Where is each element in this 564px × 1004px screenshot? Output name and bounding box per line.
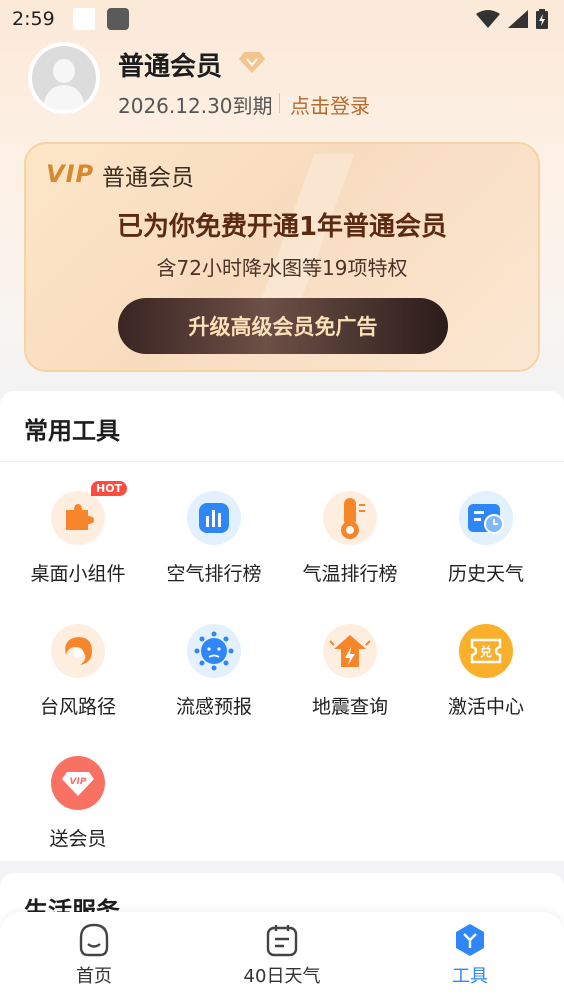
nav-40-day-weather[interactable]: 40日天气	[188, 912, 376, 1004]
vip-tier-label: 普通会员	[102, 165, 194, 191]
earthquake-icon	[323, 624, 377, 678]
tool-earthquake[interactable]: 地震查询	[280, 624, 420, 734]
vip-headline: 已为你免费开通1年普通会员	[116, 212, 448, 242]
tool-air-ranking[interactable]: 空气排行榜	[144, 491, 284, 601]
tool-label: 激活中心	[447, 696, 524, 718]
tool-history-weather[interactable]: 历史天气	[416, 491, 556, 601]
calendar-icon	[266, 925, 298, 957]
avatar[interactable]	[28, 42, 100, 114]
nav-label: 工具	[452, 966, 488, 987]
login-link[interactable]: 点击登录	[290, 90, 370, 119]
notification-icon	[72, 8, 95, 30]
redeem-icon-text: 兑	[480, 644, 492, 659]
tool-label: 桌面小组件	[30, 563, 126, 585]
tool-label: 送会员	[49, 828, 107, 850]
tools-section: 常用工具 HOT 桌面小组件 空气排行榜 气温排行榜 历史天气 台风路径 流感预…	[0, 391, 564, 861]
tool-label: 流感预报	[175, 696, 252, 718]
signal-icon	[508, 10, 528, 28]
tool-label: 历史天气	[447, 563, 524, 585]
vip-logo: VIP	[46, 160, 95, 188]
upgrade-button[interactable]: 升级高级会员免广告	[118, 298, 448, 354]
expire-date: 2026.12.30到期	[118, 94, 273, 118]
wifi-icon	[476, 10, 500, 28]
vip-gift-icon: VIP	[51, 756, 105, 810]
virus-icon	[187, 624, 241, 678]
tool-activation-center[interactable]: 兑 激活中心	[416, 624, 556, 734]
member-level-title: 普通会员	[118, 52, 223, 82]
app-notification-icon	[106, 8, 129, 30]
home-icon	[79, 923, 109, 957]
vip-gift-icon-text: VIP	[70, 777, 87, 787]
tool-typhoon[interactable]: 台风路径	[8, 624, 148, 734]
tool-temperature-ranking[interactable]: 气温排行榜	[280, 491, 420, 601]
profile-header[interactable]: 普通会员 2026.12.30到期 点击登录	[28, 42, 548, 118]
battery-icon	[536, 9, 548, 29]
redeem-icon: 兑	[459, 624, 513, 678]
hot-badge: HOT	[91, 481, 128, 496]
status-time: 2:59	[12, 8, 55, 30]
section-title: 常用工具	[24, 417, 120, 445]
thermometer-icon	[323, 491, 377, 545]
bar-chart-icon	[187, 491, 241, 545]
tool-gift-vip[interactable]: VIP 送会员	[8, 756, 148, 866]
status-bar: 2:59	[0, 0, 564, 38]
tools-icon	[456, 924, 484, 956]
divider	[279, 93, 280, 113]
tool-desktop-widget[interactable]: HOT 桌面小组件	[8, 481, 148, 601]
vip-subtitle: 含72小时降水图等19项特权	[156, 256, 408, 280]
tool-label: 气温排行榜	[302, 563, 398, 585]
nav-label: 首页	[76, 966, 112, 987]
nav-home[interactable]: 首页	[0, 912, 188, 1004]
divider	[0, 461, 564, 462]
tool-label: 地震查询	[311, 696, 388, 718]
vip-card[interactable]: VIP 普通会员 已为你免费开通1年普通会员 含72小时降水图等19项特权 升级…	[24, 142, 540, 372]
nav-label: 40日天气	[243, 966, 321, 987]
tool-flu-forecast[interactable]: 流感预报	[144, 624, 284, 734]
bottom-nav: 首页 40日天气 工具	[0, 912, 564, 1004]
typhoon-icon	[51, 624, 105, 678]
puzzle-icon: HOT	[51, 481, 128, 545]
history-calendar-icon	[459, 491, 513, 545]
nav-tools[interactable]: 工具	[376, 912, 564, 1004]
diamond-icon	[239, 52, 265, 73]
tool-label: 台风路径	[39, 696, 116, 718]
tool-label: 空气排行榜	[166, 563, 262, 585]
